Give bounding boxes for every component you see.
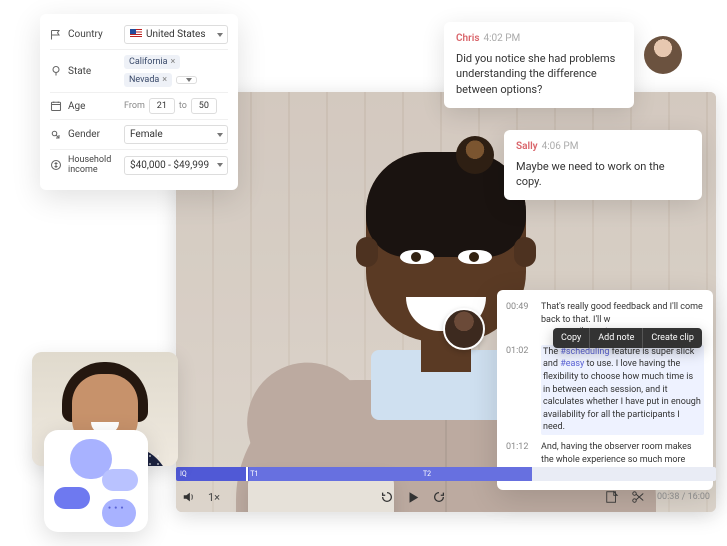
filter-state-row: State California× Nevada× <box>50 50 228 93</box>
gender-select[interactable]: Female <box>124 125 228 144</box>
note-icon[interactable] <box>605 490 619 504</box>
filter-panel: Country United States State California× … <box>40 14 238 190</box>
transcript-text-highlighted: The #scheduling feature is super slick a… <box>541 345 704 435</box>
filter-state-label: State <box>68 66 91 77</box>
filter-age-label: Age <box>68 101 85 112</box>
menu-copy[interactable]: Copy <box>553 328 590 348</box>
age-from-input[interactable]: 21 <box>149 98 175 114</box>
us-flag-icon <box>130 29 142 37</box>
hashtag[interactable]: #easy <box>560 359 584 369</box>
comment-card[interactable]: Chris 4:02 PM Did you notice she had prob… <box>444 22 634 108</box>
comment-author: Chris <box>456 33 479 44</box>
volume-icon[interactable] <box>182 490 196 504</box>
calendar-icon <box>50 100 62 112</box>
comment-avatar[interactable] <box>456 136 494 174</box>
comment-time: 4:02 PM <box>483 33 520 44</box>
income-icon <box>50 159 62 171</box>
state-chip[interactable]: Nevada× <box>124 73 172 87</box>
state-chip[interactable]: California× <box>124 55 180 69</box>
transcript-context-menu: Copy Add note Create clip <box>553 328 702 348</box>
play-button[interactable] <box>406 490 420 504</box>
income-select[interactable]: $40,000 - $49,999 <box>124 156 228 175</box>
transcript-timestamp: 01:02 <box>506 345 534 435</box>
filter-income-row: Household income $40,000 - $49,999 <box>50 150 228 180</box>
filter-country-row: Country United States <box>50 20 228 50</box>
hashtag[interactable]: #scheduling <box>560 347 609 357</box>
transcript-panel: 00:49 That's really good feedback and I'… <box>497 290 713 490</box>
menu-create-clip[interactable]: Create clip <box>643 328 702 348</box>
comment-avatar[interactable] <box>644 36 682 74</box>
speed-button[interactable]: 1× <box>208 491 220 504</box>
comment-card[interactable]: Sally 4:06 PM Maybe we need to work on th… <box>504 130 702 200</box>
country-select[interactable]: United States <box>124 25 228 44</box>
comment-body: Did you notice she had problems understa… <box>456 51 622 99</box>
filter-age-row: Age From21to50 <box>50 93 228 120</box>
segment-label: T2 <box>419 467 431 481</box>
comment-author: Sally <box>516 141 538 152</box>
chat-bubbles-icon <box>54 443 138 519</box>
transcript-row[interactable]: 01:02 The #scheduling feature is super s… <box>506 342 704 438</box>
transcript-timestamp: 00:49 <box>506 301 534 339</box>
filter-country-label: Country <box>68 29 103 40</box>
scissors-icon[interactable] <box>631 490 645 504</box>
time-display: 00:38 / 16:00 <box>657 492 710 502</box>
chevron-down-icon <box>217 133 223 137</box>
chip-remove-icon[interactable]: × <box>162 75 167 85</box>
rewind-icon[interactable] <box>380 490 394 504</box>
pip-avatar[interactable] <box>443 308 485 350</box>
insights-card[interactable] <box>44 430 148 532</box>
filter-income-label: Household income <box>68 155 118 175</box>
chip-remove-icon[interactable]: × <box>171 57 176 67</box>
chevron-down-icon <box>217 33 223 37</box>
menu-add-note[interactable]: Add note <box>590 328 643 348</box>
flag-icon <box>50 29 62 41</box>
chevron-down-icon <box>217 163 223 167</box>
state-select[interactable] <box>176 76 197 84</box>
video-player-bar: IQ T1 T2 1× 00:38 / 16:00 <box>176 467 716 513</box>
comment-time: 4:06 PM <box>542 141 579 152</box>
segment-label: IQ <box>176 467 187 481</box>
gender-icon <box>50 129 62 141</box>
age-to-input[interactable]: 50 <box>191 98 217 114</box>
timeline-track[interactable]: IQ T1 T2 <box>176 467 716 481</box>
forward-icon[interactable] <box>432 490 446 504</box>
comment-body: Maybe we need to work on the copy. <box>516 159 690 191</box>
filter-gender-row: Gender Female <box>50 120 228 150</box>
chevron-down-icon <box>186 78 192 82</box>
pin-icon <box>50 65 62 77</box>
playhead[interactable] <box>246 467 248 481</box>
filter-gender-label: Gender <box>68 129 100 140</box>
